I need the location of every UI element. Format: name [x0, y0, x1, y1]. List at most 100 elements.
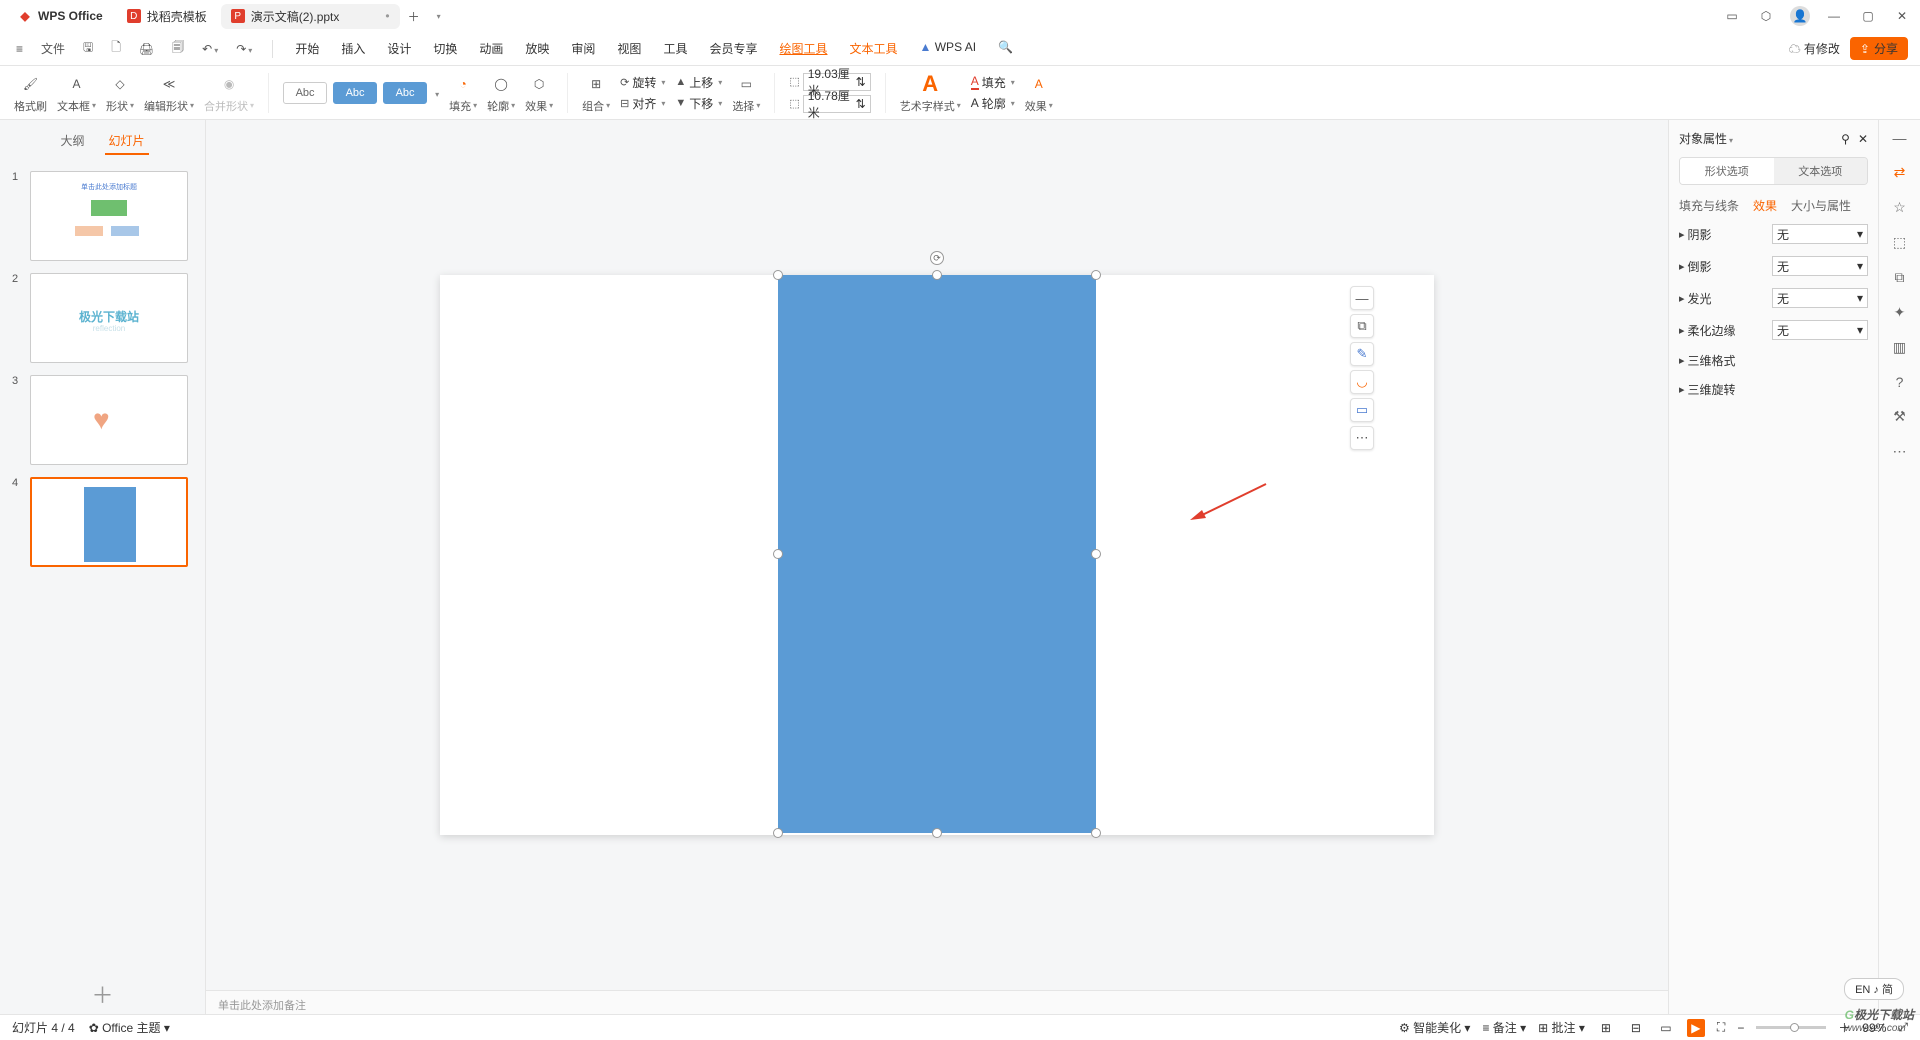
move-up-button[interactable]: ▲ 上移 — [675, 74, 722, 91]
float-minus-icon[interactable]: — — [1350, 286, 1374, 310]
tab-review[interactable]: 审阅 — [569, 34, 597, 63]
cube-icon[interactable]: ⬡ — [1756, 6, 1776, 26]
magic-icon[interactable]: ✦ — [1894, 304, 1906, 321]
tab-insert[interactable]: 插入 — [339, 34, 367, 63]
reflection-select[interactable]: 无▾ — [1772, 256, 1868, 276]
collapse-icon[interactable]: — — [1893, 130, 1907, 146]
cloud-modified[interactable]: ☁ 有修改 — [1789, 40, 1840, 57]
shape-style-gallery[interactable]: Abc Abc Abc — [283, 82, 439, 104]
style-3[interactable]: Abc — [383, 82, 427, 104]
reflection-label[interactable]: ▸ 倒影 — [1679, 258, 1712, 275]
panel-title[interactable]: 对象属性 — [1679, 130, 1733, 147]
style-1[interactable]: Abc — [283, 82, 327, 104]
resize-handle[interactable] — [1091, 549, 1101, 559]
text-fill-button[interactable]: A 填充 — [971, 74, 1015, 91]
tab-view[interactable]: 视图 — [615, 34, 643, 63]
save-icon[interactable]: 🖫 — [79, 34, 97, 63]
float-rect-icon[interactable]: ▭ — [1350, 398, 1374, 422]
tab-wps-ai[interactable]: ▲ WPS AI — [918, 34, 979, 63]
comments-toggle[interactable]: ⊞ 批注 ▾ — [1538, 1019, 1585, 1036]
template-icon[interactable]: ▥ — [1893, 339, 1906, 356]
rotate-button[interactable]: ⟳ 旋转 — [620, 74, 665, 91]
tab-design[interactable]: 设计 — [385, 34, 413, 63]
tab-transition[interactable]: 切换 — [431, 34, 459, 63]
resize-handle[interactable] — [932, 828, 942, 838]
layer-icon[interactable]: ⧉ — [1895, 269, 1905, 286]
glow-label[interactable]: ▸ 发光 — [1679, 290, 1712, 307]
help-icon[interactable]: ? — [1896, 374, 1904, 390]
tab-drawing-tools[interactable]: 绘图工具 — [777, 34, 829, 63]
style-more[interactable] — [433, 86, 439, 100]
settings-icon[interactable]: ⇄ — [1894, 164, 1906, 181]
format-3d-label[interactable]: ▸ 三维格式 — [1679, 352, 1736, 369]
view-reading-icon[interactable]: ▭ — [1657, 1019, 1675, 1037]
group-button[interactable]: ⊞组合 — [582, 72, 610, 114]
more-icon[interactable]: ⋯ — [1893, 443, 1907, 460]
close-panel-icon[interactable]: ✕ — [1858, 132, 1868, 146]
format-painter[interactable]: 🖌格式刷 — [14, 72, 47, 114]
close-button[interactable]: ✕ — [1892, 6, 1912, 26]
avatar-icon[interactable]: 👤 — [1790, 6, 1810, 26]
search-icon[interactable]: 🔍 — [996, 34, 1015, 63]
file-menu[interactable]: 文件 — [37, 36, 69, 61]
subtab-fill-line[interactable]: 填充与线条 — [1679, 197, 1739, 214]
text-effect-button[interactable]: A效果 — [1025, 72, 1053, 114]
subtab-size[interactable]: 大小与属性 — [1791, 197, 1851, 214]
share-button[interactable]: ⇪ 分享 — [1850, 37, 1908, 60]
shadow-select[interactable]: 无▾ — [1772, 224, 1868, 244]
zoom-out-button[interactable]: − — [1737, 1021, 1744, 1035]
height-field[interactable]: ⬚ 10.78厘米⇅ — [789, 95, 870, 113]
shadow-label[interactable]: ▸ 阴影 — [1679, 226, 1712, 243]
shape-button[interactable]: ◇形状 — [106, 72, 134, 114]
tool-icon[interactable]: ⚒ — [1893, 408, 1906, 425]
float-paint-icon[interactable]: ◡ — [1350, 370, 1374, 394]
export-icon[interactable]: 🗋 — [107, 34, 125, 63]
star-icon[interactable]: ☆ — [1893, 199, 1906, 216]
print-icon[interactable]: 🖨 — [135, 38, 158, 60]
resize-handle[interactable] — [1091, 270, 1101, 280]
option-toggle[interactable]: 形状选项 文本选项 — [1679, 157, 1868, 185]
add-tab-button[interactable]: ＋ — [404, 6, 424, 26]
effect-button[interactable]: ⬡效果 — [525, 72, 553, 114]
window-layout-icon[interactable]: ▭ — [1722, 6, 1742, 26]
shape-panel-icon[interactable]: ⬚ — [1893, 234, 1906, 251]
text-outline-button[interactable]: A 轮廓 — [971, 95, 1015, 112]
tab-member[interactable]: 会员专享 — [707, 34, 759, 63]
text-options-tab[interactable]: 文本选项 — [1774, 158, 1868, 184]
fit-screen-icon[interactable]: ⛶ — [1717, 1020, 1725, 1035]
slide-thumb-3[interactable]: ♥ — [30, 375, 188, 465]
slide-thumb-1[interactable]: 单击此处添加标题 — [30, 171, 188, 261]
notes-toggle[interactable]: ≡ 备注 ▾ — [1482, 1019, 1526, 1036]
language-pill[interactable]: EN ♪ 简 — [1844, 978, 1904, 1000]
smart-beautify[interactable]: ⚙ 智能美化 ▾ — [1399, 1019, 1470, 1036]
print-preview-icon[interactable]: 🗐 — [168, 34, 188, 63]
minimize-button[interactable]: — — [1824, 6, 1844, 26]
canvas-wrap[interactable]: ⟳ — ⧉ ✎ ◡ ▭ ⋯ — [206, 120, 1668, 990]
glow-select[interactable]: 无▾ — [1772, 288, 1868, 308]
zoom-slider[interactable] — [1756, 1026, 1826, 1029]
tab-home[interactable]: 开始 — [293, 34, 321, 63]
tab-menu-button[interactable] — [428, 6, 448, 26]
resize-handle[interactable] — [1091, 828, 1101, 838]
view-slideshow-icon[interactable]: ▶ — [1687, 1019, 1705, 1037]
shape-options-tab[interactable]: 形状选项 — [1680, 158, 1774, 184]
maximize-button[interactable]: ▢ — [1858, 6, 1878, 26]
tab-animation[interactable]: 动画 — [477, 34, 505, 63]
subtab-effect[interactable]: 效果 — [1753, 197, 1777, 214]
tab-text-tools[interactable]: 文本工具 — [847, 34, 899, 63]
outline-button[interactable]: ◯轮廓 — [487, 72, 515, 114]
slide-thumb-2[interactable]: 极光下载站 reflection — [30, 273, 188, 363]
style-2[interactable]: Abc — [333, 82, 377, 104]
textbox-button[interactable]: A文本框 — [57, 72, 96, 114]
template-tab[interactable]: D 找稻壳模板 — [117, 4, 217, 29]
resize-handle[interactable] — [773, 549, 783, 559]
selected-rectangle-shape[interactable]: ⟳ — [778, 275, 1096, 833]
app-home-tab[interactable]: ◆ WPS Office — [8, 5, 113, 27]
edit-shape-button[interactable]: ≪编辑形状 — [144, 72, 194, 114]
view-normal-icon[interactable]: ⊞ — [1597, 1019, 1615, 1037]
resize-handle[interactable] — [773, 828, 783, 838]
view-sorter-icon[interactable]: ⊟ — [1627, 1019, 1645, 1037]
slide-canvas[interactable]: ⟳ — [440, 275, 1434, 835]
document-tab[interactable]: P 演示文稿(2).pptx • — [221, 4, 400, 29]
resize-handle[interactable] — [932, 270, 942, 280]
